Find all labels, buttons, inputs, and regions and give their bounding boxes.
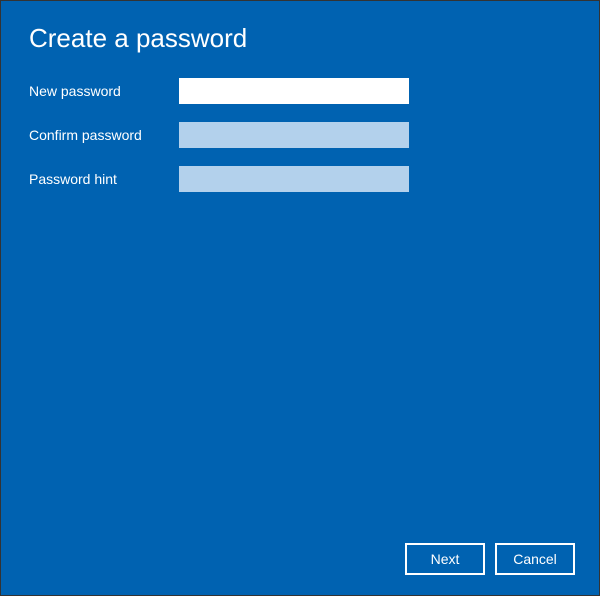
new-password-row: New password — [29, 78, 571, 104]
cancel-button[interactable]: Cancel — [495, 543, 575, 575]
page-title: Create a password — [29, 23, 571, 54]
new-password-input[interactable] — [179, 78, 409, 104]
button-bar: Next Cancel — [405, 543, 575, 575]
next-button[interactable]: Next — [405, 543, 485, 575]
password-hint-row: Password hint — [29, 166, 571, 192]
confirm-password-row: Confirm password — [29, 122, 571, 148]
confirm-password-input[interactable] — [179, 122, 409, 148]
create-password-dialog: Create a password New password Confirm p… — [0, 0, 600, 596]
password-hint-input[interactable] — [179, 166, 409, 192]
confirm-password-label: Confirm password — [29, 127, 179, 143]
new-password-label: New password — [29, 83, 179, 99]
password-hint-label: Password hint — [29, 171, 179, 187]
